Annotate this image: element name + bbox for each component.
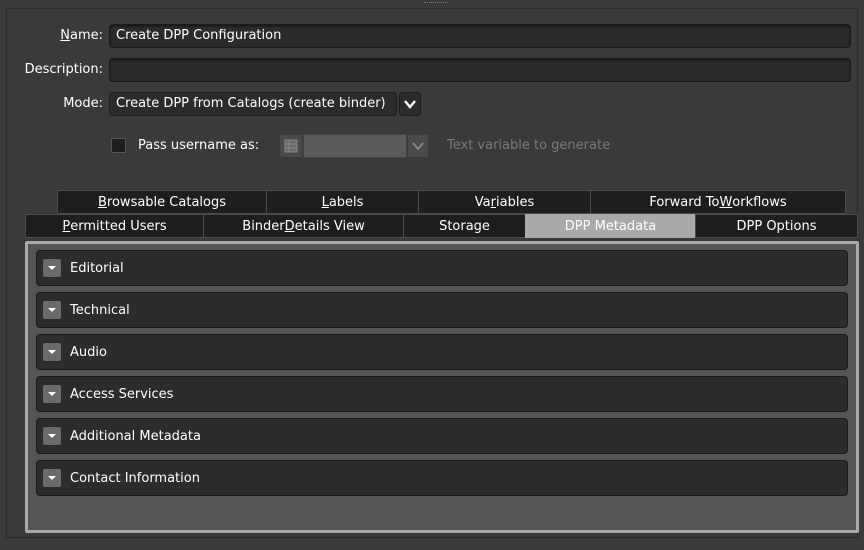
section-label: Technical (70, 302, 130, 318)
section-label: Contact Information (70, 470, 200, 486)
variable-hint: Text variable to generate (447, 138, 611, 153)
variable-select[interactable] (303, 134, 407, 158)
caret-down-icon (43, 301, 61, 319)
section-label: Additional Metadata (70, 428, 201, 444)
pass-username-checkbox[interactable] (111, 138, 126, 153)
description-field[interactable] (109, 58, 851, 82)
dpp-metadata-content: Editorial Technical Audio Access Service… (25, 241, 859, 533)
variable-dropdown-button[interactable] (407, 134, 429, 158)
section-additional-metadata[interactable]: Additional Metadata (36, 418, 848, 454)
tab-forward-to-workflows[interactable]: Forward To Workflows (590, 190, 846, 214)
chevron-down-icon (412, 142, 424, 151)
name-label: Name: (60, 28, 103, 43)
tab-binder-details-view[interactable]: Binder Details View (203, 214, 404, 238)
tab-variables[interactable]: Va r iables (418, 190, 591, 214)
section-access-services[interactable]: Access Services (36, 376, 848, 412)
caret-down-icon (43, 427, 61, 445)
caret-down-icon (43, 343, 61, 361)
tab-storage[interactable]: Storage (403, 214, 526, 238)
name-field[interactable]: Create DPP Configuration (109, 24, 851, 48)
section-technical[interactable]: Technical (36, 292, 848, 328)
tab-browsable-catalogs[interactable]: Browsable Catalogs (57, 190, 267, 214)
section-label: Editorial (70, 260, 124, 276)
variable-grid-icon (284, 139, 298, 153)
tab-labels[interactable]: Labels (266, 190, 419, 214)
description-label: Description: (24, 62, 103, 77)
caret-down-icon (43, 259, 61, 277)
section-editorial[interactable]: Editorial (36, 250, 848, 286)
caret-down-icon (43, 385, 61, 403)
tab-permitted-users[interactable]: Permitted Users (25, 214, 204, 238)
mode-select[interactable]: Create DPP from Catalogs (create binder) (109, 92, 397, 116)
resize-grip[interactable] (424, 2, 448, 6)
dpp-config-panel: Name: Create DPP Configuration Descripti… (6, 8, 859, 538)
section-audio[interactable]: Audio (36, 334, 848, 370)
chevron-down-icon (404, 100, 416, 109)
pass-username-label: Pass username as: (138, 138, 260, 153)
section-label: Access Services (70, 386, 174, 402)
section-label: Audio (70, 344, 107, 360)
section-contact-information[interactable]: Contact Information (36, 460, 848, 496)
mode-label: Mode: (63, 96, 103, 111)
tab-dpp-options[interactable]: DPP Options (695, 214, 858, 238)
caret-down-icon (43, 469, 61, 487)
mode-dropdown-button[interactable] (399, 92, 421, 116)
tab-dpp-metadata[interactable]: DPP Metadata (525, 214, 696, 238)
variable-type-button[interactable] (279, 134, 303, 158)
